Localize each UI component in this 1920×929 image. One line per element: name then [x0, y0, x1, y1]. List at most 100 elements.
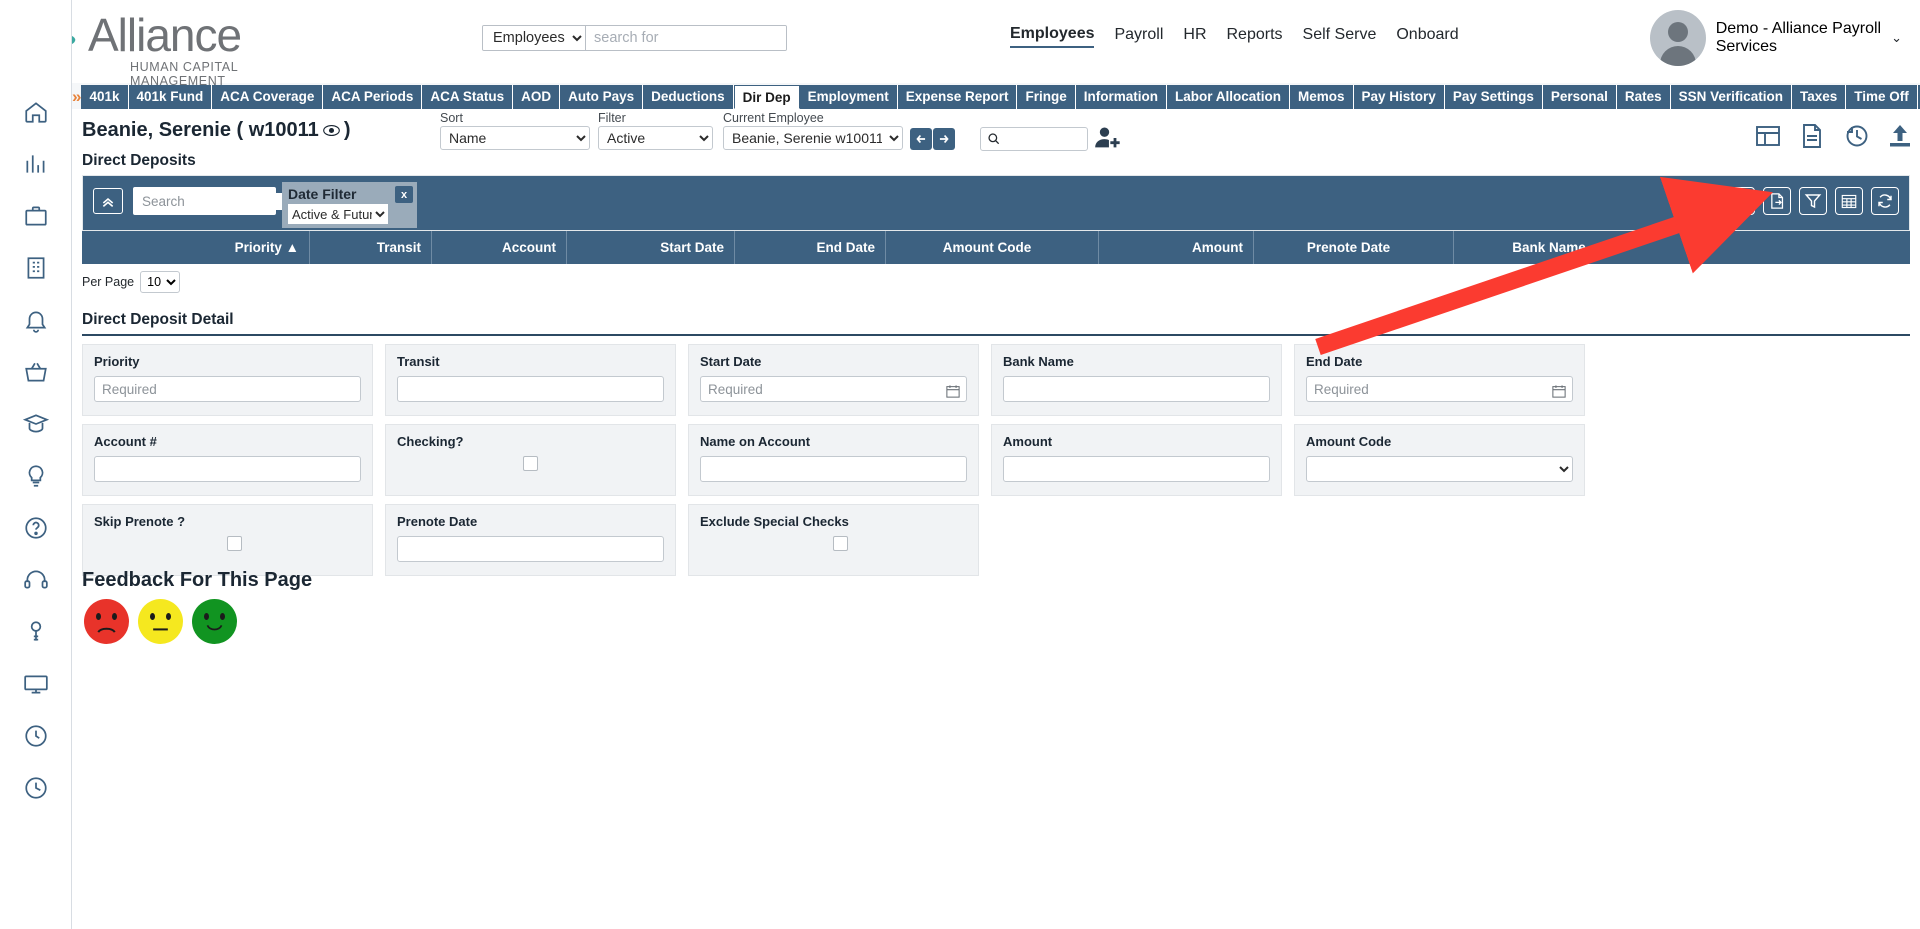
calendar-icon[interactable] — [946, 384, 960, 398]
grid-column-header-start-date[interactable]: Start Date — [567, 231, 735, 264]
label-checking-checkbox: Checking? — [397, 434, 464, 449]
checking-checkbox[interactable] — [523, 456, 538, 471]
grid-search[interactable] — [133, 187, 321, 215]
tab-aod[interactable]: AOD — [513, 85, 561, 109]
tab-rates[interactable]: Rates — [1616, 85, 1671, 109]
grid-column-header-prenote-date[interactable]: Prenote Date — [1254, 231, 1454, 264]
tab-pay-history[interactable]: Pay History — [1353, 85, 1445, 109]
filter-select[interactable]: Active — [598, 126, 713, 150]
tab-taxes[interactable]: Taxes — [1791, 85, 1847, 109]
nav-onboard[interactable]: Onboard — [1396, 26, 1458, 47]
document-icon[interactable] — [1798, 122, 1826, 150]
sort-select[interactable]: Name — [440, 126, 590, 150]
history-clock-icon[interactable] — [1842, 122, 1870, 150]
clock-icon[interactable] — [16, 716, 56, 756]
employee-search-input[interactable] — [980, 127, 1088, 151]
basket-icon[interactable] — [16, 352, 56, 392]
tab-deductions[interactable]: Deductions — [643, 85, 734, 109]
grid-column-header-transit[interactable]: Transit — [310, 231, 432, 264]
tab-information[interactable]: Information — [1075, 85, 1167, 109]
building-icon[interactable] — [16, 248, 56, 288]
home-icon[interactable] — [16, 92, 56, 132]
start-date-field[interactable] — [700, 376, 967, 402]
tab-labor-allocation[interactable]: Labor Allocation — [1166, 85, 1290, 109]
tab-401k-fund[interactable]: 401k Fund — [128, 85, 213, 109]
end-date-field[interactable] — [1306, 376, 1573, 402]
tab-memos[interactable]: Memos — [1290, 85, 1354, 109]
table-view-icon[interactable] — [1754, 122, 1782, 150]
amount-field[interactable] — [1003, 456, 1270, 482]
previous-employee-button[interactable] — [910, 128, 932, 150]
tab-auto-pays[interactable]: Auto Pays — [560, 85, 644, 109]
global-search-input[interactable] — [586, 26, 786, 50]
amount-code-select[interactable] — [1306, 456, 1573, 482]
headset-icon[interactable] — [16, 560, 56, 600]
filter-icon[interactable] — [1799, 187, 1827, 215]
tab-401k[interactable]: 401k — [81, 85, 129, 109]
date-filter-select[interactable]: Active & Future — [288, 204, 388, 224]
add-user-icon[interactable] — [1094, 124, 1122, 157]
neutral-face[interactable] — [138, 599, 183, 644]
bank-name-field[interactable] — [1003, 376, 1270, 402]
grid-column-header-priority[interactable]: Priority ▲ — [82, 231, 310, 264]
transit-field[interactable] — [397, 376, 664, 402]
eye-icon[interactable] — [322, 124, 340, 137]
nav-employees[interactable]: Employees — [1010, 25, 1095, 48]
close-icon[interactable]: x — [395, 186, 413, 203]
global-search[interactable]: Employees — [482, 25, 787, 51]
grid-column-header-amount[interactable]: Amount — [1099, 231, 1254, 264]
add-circle-icon[interactable] — [1727, 187, 1755, 215]
tab-dir-dep[interactable]: Dir Dep — [733, 85, 800, 109]
user-menu[interactable]: Demo - Alliance Payroll Services ⌄ — [1649, 10, 1902, 66]
global-search-scope-select[interactable]: Employees — [483, 26, 586, 50]
tab-expense-report[interactable]: Expense Report — [897, 85, 1018, 109]
skip-prenote-checkbox[interactable] — [227, 536, 242, 551]
tab-employment[interactable]: Employment — [799, 85, 898, 109]
refresh-icon[interactable] — [1871, 187, 1899, 215]
per-page-select[interactable]: 10 — [140, 271, 181, 293]
history-icon[interactable] — [16, 768, 56, 808]
tab-aca-status[interactable]: ACA Status — [422, 85, 514, 109]
name-on-account-field[interactable] — [700, 456, 967, 482]
prenote-date-field[interactable] — [397, 536, 664, 562]
graduation-cap-icon[interactable] — [16, 404, 56, 444]
tab-fringe[interactable]: Fringe — [1017, 85, 1076, 109]
tab-personal[interactable]: Personal — [1542, 85, 1617, 109]
nav-payroll[interactable]: Payroll — [1114, 26, 1163, 47]
analytics-icon[interactable] — [16, 144, 56, 184]
calendar-icon[interactable] — [1552, 384, 1566, 398]
exclude-special-checks-checkbox[interactable] — [833, 536, 848, 551]
nav-reports[interactable]: Reports — [1227, 26, 1283, 47]
grid-column-header-account[interactable]: Account — [432, 231, 567, 264]
priority-field[interactable] — [94, 376, 361, 402]
chevron-down-icon[interactable]: ⌄ — [1891, 30, 1902, 46]
export-icon[interactable] — [1763, 187, 1791, 215]
account-number-field[interactable] — [94, 456, 361, 482]
monitor-icon[interactable] — [16, 664, 56, 704]
grid-column-header-end-date[interactable]: End Date — [735, 231, 886, 264]
lightbulb-icon[interactable] — [16, 456, 56, 496]
form-cell-account-number-field: Account # — [82, 424, 373, 496]
grid-column-header-amount-code[interactable]: Amount Code — [886, 231, 1099, 264]
help-circle-icon[interactable] — [16, 508, 56, 548]
tab-pay-settings[interactable]: Pay Settings — [1444, 85, 1543, 109]
grid-column-header-bank-name[interactable]: Bank Name — [1454, 231, 1654, 264]
sad-face[interactable] — [84, 599, 129, 644]
key-icon[interactable] — [16, 612, 56, 652]
nav-hr[interactable]: HR — [1183, 26, 1206, 47]
briefcase-icon[interactable] — [16, 196, 56, 236]
tab-aca-coverage[interactable]: ACA Coverage — [212, 85, 324, 109]
tab-ssn-verification[interactable]: SSN Verification — [1670, 85, 1792, 109]
bell-icon[interactable] — [16, 300, 56, 340]
happy-face[interactable] — [192, 599, 237, 644]
save-icon[interactable] — [1691, 187, 1719, 215]
next-employee-button[interactable] — [933, 128, 955, 150]
chevrons-right-icon[interactable]: » — [72, 85, 81, 109]
nav-self-serve[interactable]: Self Serve — [1303, 26, 1377, 47]
upload-icon[interactable] — [1886, 122, 1914, 150]
chevron-up-double-icon[interactable] — [93, 188, 123, 214]
tab-time-off[interactable]: Time Off — [1846, 85, 1918, 109]
current-employee-select[interactable]: Beanie, Serenie w10011 — [723, 126, 903, 150]
tab-aca-periods[interactable]: ACA Periods — [323, 85, 423, 109]
grid-icon[interactable] — [1835, 187, 1863, 215]
